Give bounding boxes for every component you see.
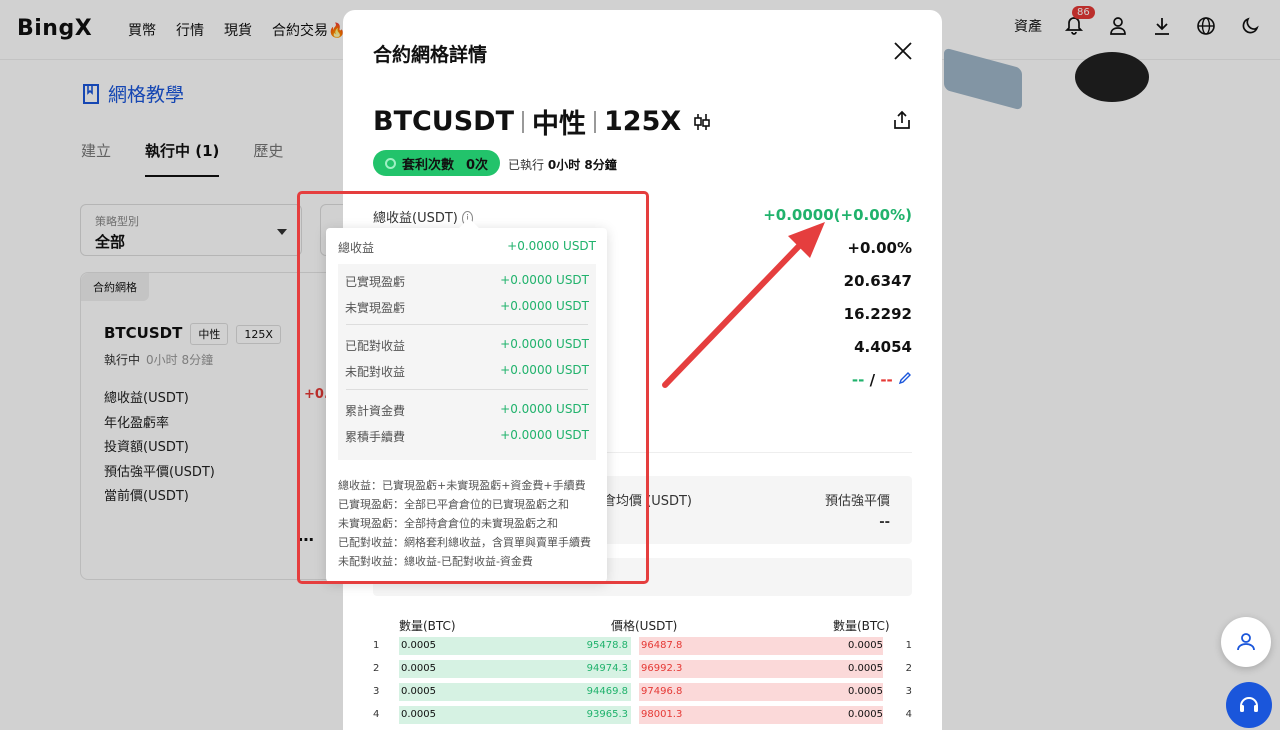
orderbook-bid-qty-header: 數量(BTC) [399,619,456,633]
running-duration: 已執行 0小时 8分鐘 [508,158,617,172]
tp-sl-value: -- / -- [763,371,912,404]
community-button[interactable] [1221,617,1271,667]
orderbook-row: 1 0.0005 95478.8 96487.8 0.0005 1 [373,637,912,655]
separator [594,110,597,133]
arbitrage-count-pill: 套利次數 0次 [373,150,501,176]
modal-mode: 中性 [532,109,587,140]
people-icon [1237,633,1255,651]
investment-value: 20.6347 [843,272,912,290]
orderbook-ask-qty-header: 數量(BTC) [833,619,890,633]
headset-icon [1240,697,1258,712]
arbitrage-icon [385,157,396,169]
current-price-value: 4.4054 [854,338,912,356]
modal-symbol: BTCUSDT [373,106,515,137]
close-icon[interactable] [894,42,912,60]
orderbook-row: 3 0.0005 94469.8 97496.8 0.0005 3 [373,683,912,701]
symbol-line: BTCUSDT 中性 125X [373,102,711,141]
modal-leverage: 125X [604,106,682,137]
support-chat-button[interactable] [1226,682,1272,728]
separator [522,110,525,133]
liq-price-block: 預估強平價 -- [824,494,890,530]
candlestick-chart-icon[interactable] [693,112,711,132]
share-icon[interactable] [892,110,912,130]
modal-title: 合約網格詳情 [373,44,488,66]
orderbook-row: 2 0.0005 94974.3 96992.3 0.0005 2 [373,660,912,678]
highlight-box [297,191,649,584]
stat-values: +0.0000(+0.00%) +0.00% 20.6347 16.2292 4… [763,206,912,404]
orderbook-price-header: 價格(USDT) [611,619,678,633]
total-profit-value: +0.0000(+0.00%) [763,206,912,224]
annual-pnl-value: +0.00% [847,239,912,257]
edit-pencil-icon[interactable] [898,371,912,389]
orderbook-row: 4 0.0005 93965.3 98001.3 0.0005 4 [373,706,912,724]
liq-price-value: 16.2292 [843,305,912,323]
